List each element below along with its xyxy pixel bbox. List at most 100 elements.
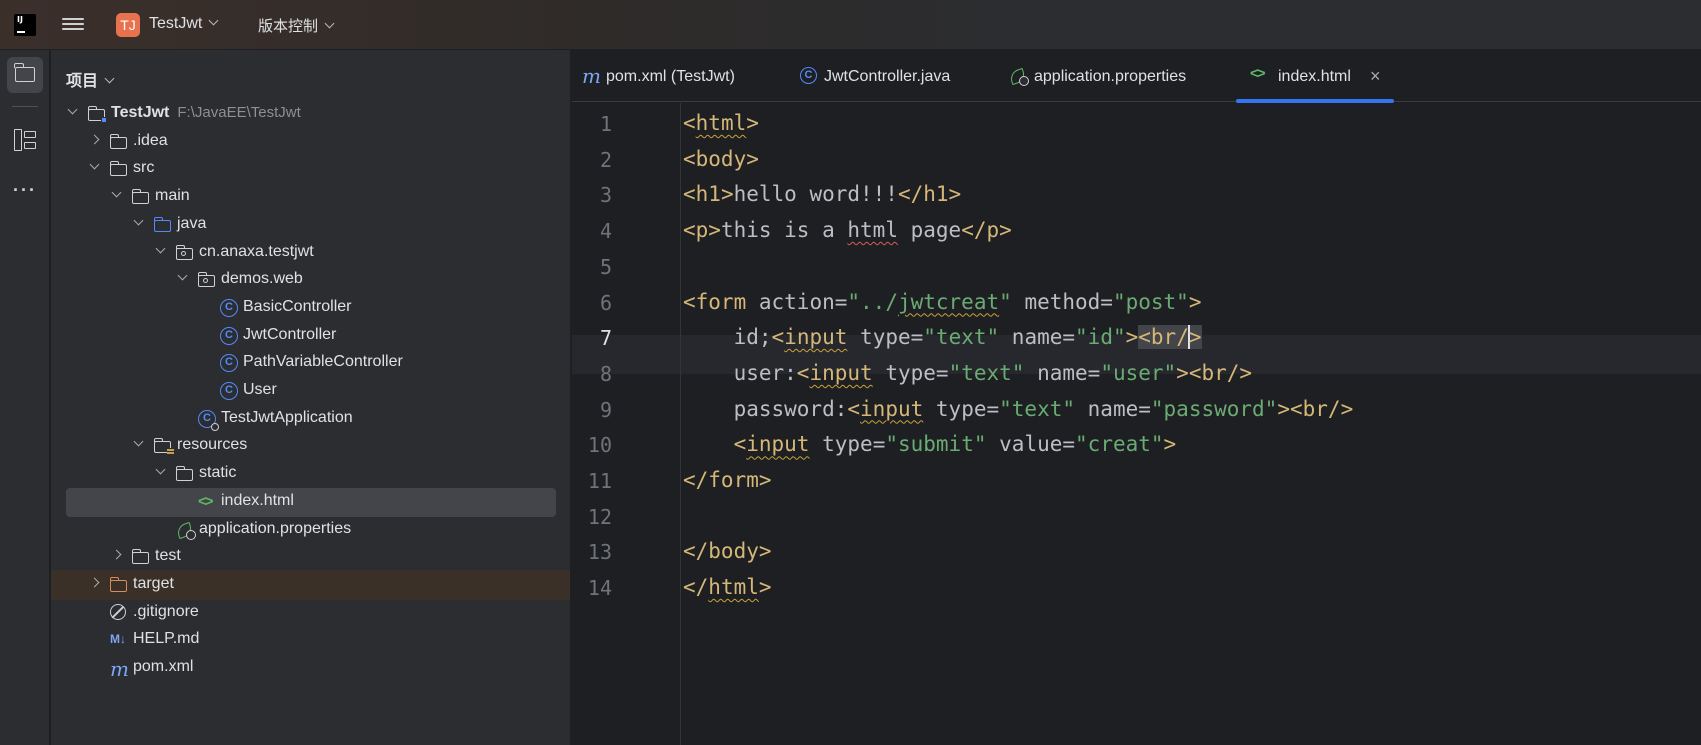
line-number: 3	[599, 183, 612, 208]
chevron-down-icon[interactable]	[155, 243, 166, 253]
tree-item-label: pom.xml	[133, 658, 193, 676]
chevron-down-icon[interactable]	[133, 215, 144, 226]
tree-item-name: resources	[177, 436, 248, 454]
project-tool-button[interactable]	[7, 57, 43, 93]
chevron-down-icon[interactable]	[111, 187, 122, 198]
code-line[interactable]: 7 id;<input type="text" name="id"><br/>	[572, 319, 1701, 358]
tree-item[interactable]: M↓ HELP.md	[51, 625, 570, 655]
project-switcher[interactable]: TestJwt	[149, 15, 219, 33]
code-line[interactable]: 9 password:<input type="text" name="pass…	[572, 391, 1701, 430]
tree-item-label: BasicController	[243, 298, 351, 316]
tree-item[interactable]: <> index.html	[51, 487, 570, 517]
folder-icon	[109, 133, 128, 151]
code-line[interactable]: 14 </html>	[572, 569, 1701, 608]
tree-item[interactable]: main	[51, 182, 570, 212]
code-line[interactable]: 3 <h1>hello word!!!</h1>	[572, 176, 1701, 215]
project-badge[interactable]: TJ	[116, 13, 140, 37]
tab-jwtcontroller[interactable]: C JwtController.java	[800, 50, 980, 102]
tree-item[interactable]: java	[51, 210, 570, 240]
line-number: 5	[599, 254, 612, 279]
tab-pom-xml[interactable]: m pom.xml (TestJwt)	[582, 50, 757, 102]
chevron-down-icon[interactable]	[155, 464, 166, 475]
tree-item-name: java	[177, 214, 207, 232]
markdown-file-icon: M↓	[110, 632, 126, 647]
spring-boot-class-icon: C	[198, 409, 219, 431]
chevron-right-icon[interactable]	[89, 577, 100, 588]
chevron-down-icon	[324, 18, 335, 29]
code-text: user:<input type="text" name="user"><br/…	[683, 360, 1253, 385]
code-line[interactable]: 13 </body>	[572, 533, 1701, 572]
html-file-icon: <>	[198, 492, 213, 510]
more-tools-icon[interactable]: ···	[13, 180, 37, 201]
tab-index-html[interactable]: <> index.html ×	[1236, 50, 1394, 103]
code-line[interactable]: 4 <p>this is a html page</p>	[572, 212, 1701, 251]
structure-icon[interactable]	[14, 129, 36, 151]
tab-application-properties[interactable]: application.properties	[1009, 50, 1209, 102]
tree-item[interactable]: TestJwt F:\JavaEE\TestJwt	[51, 99, 570, 129]
code-line[interactable]: 8 user:<input type="text" name="user"><b…	[572, 355, 1701, 394]
chevron-right-icon[interactable]	[89, 134, 100, 145]
code-line[interactable]: 2 <body>	[572, 141, 1701, 180]
vcs-menu[interactable]: 版本控制	[258, 15, 335, 36]
class-icon: C	[220, 298, 238, 317]
tree-item[interactable]: m pom.xml	[51, 653, 570, 683]
chevron-down-icon[interactable]	[177, 270, 188, 281]
chevron-down-icon[interactable]	[67, 104, 78, 115]
tree-item[interactable]: cn.anaxa.testjwt	[51, 238, 570, 268]
tree-item-name: JwtController	[243, 325, 337, 343]
tab-label: index.html	[1278, 68, 1351, 85]
code-editor[interactable]: 1 <html> 2 <body> 3 <h1>hello word!!!</h1> 4 <p…	[572, 103, 1701, 745]
code-line[interactable]: 5	[572, 248, 1701, 287]
line-number: 2	[599, 147, 612, 172]
line-number: 14	[587, 576, 612, 601]
line-number: 9	[599, 397, 612, 422]
ignored-file-icon	[110, 603, 128, 622]
tree-item[interactable]: target	[51, 569, 570, 600]
tree-item[interactable]: test	[51, 542, 570, 572]
tree-item[interactable]: C BasicController	[51, 293, 570, 323]
line-number: 1	[599, 112, 612, 136]
main-menu-icon[interactable]	[62, 15, 84, 35]
tree-item[interactable]: static	[51, 459, 570, 489]
chevron-right-icon[interactable]	[111, 549, 122, 560]
tree-item-name: HELP.md	[133, 630, 200, 648]
folder-icon	[14, 63, 35, 82]
tree-item[interactable]: src	[51, 154, 570, 184]
tree-item[interactable]: application.properties	[51, 515, 570, 545]
code-line[interactable]: 10 <input type="submit" value="creat">	[572, 426, 1701, 465]
code-text: <h1>hello word!!!</h1>	[683, 182, 962, 207]
close-icon[interactable]: ×	[1370, 66, 1381, 87]
tree-item[interactable]: C TestJwtApplication	[51, 404, 570, 434]
code-line[interactable]: 6 <form action="../jwtcreat" method="post…	[572, 284, 1701, 323]
tree-item-label: application.properties	[199, 520, 351, 538]
tree-item-name: TestJwt	[111, 104, 170, 121]
tree-item-label: User	[243, 381, 277, 399]
code-text: id;<input type="text" name="id"><br/>	[683, 325, 1202, 350]
tree-item[interactable]: C User	[51, 376, 570, 406]
tree-item[interactable]: C PathVariableController	[51, 348, 570, 378]
project-panel: 项目 TestJwt F:\JavaEE\TestJwt .idea src main j…	[51, 50, 571, 745]
tree-item[interactable]: C JwtController	[51, 321, 570, 351]
tree-item[interactable]: demos.web	[51, 265, 570, 295]
panel-title[interactable]: 项目	[66, 67, 115, 91]
tree-item-name: .idea	[133, 131, 168, 149]
tree-item-label: cn.anaxa.testjwt	[199, 243, 314, 261]
code-line[interactable]: 12	[572, 498, 1701, 537]
chevron-down-icon[interactable]	[133, 436, 144, 447]
tree-item[interactable]: .idea	[51, 127, 570, 157]
tree-item[interactable]: resources	[51, 431, 570, 461]
tree-item-name: .gitignore	[133, 602, 199, 620]
line-number: 7	[599, 326, 612, 351]
line-number: 10	[587, 433, 612, 458]
tree-item-label: main	[155, 187, 190, 205]
code-line[interactable]: 11 </form>	[572, 462, 1701, 501]
tree-item[interactable]: .gitignore	[51, 598, 570, 628]
code-text: <p>this is a html page</p>	[683, 218, 1012, 243]
tree-item-label: demos.web	[221, 270, 303, 288]
chevron-down-icon	[104, 73, 115, 84]
tree-item-label: .idea	[133, 132, 168, 150]
tree-item-name: BasicController	[243, 297, 352, 315]
intellij-logo-icon[interactable]: IJ	[12, 12, 38, 38]
code-line[interactable]: 1 <html>	[572, 105, 1701, 144]
chevron-down-icon[interactable]	[89, 159, 100, 170]
